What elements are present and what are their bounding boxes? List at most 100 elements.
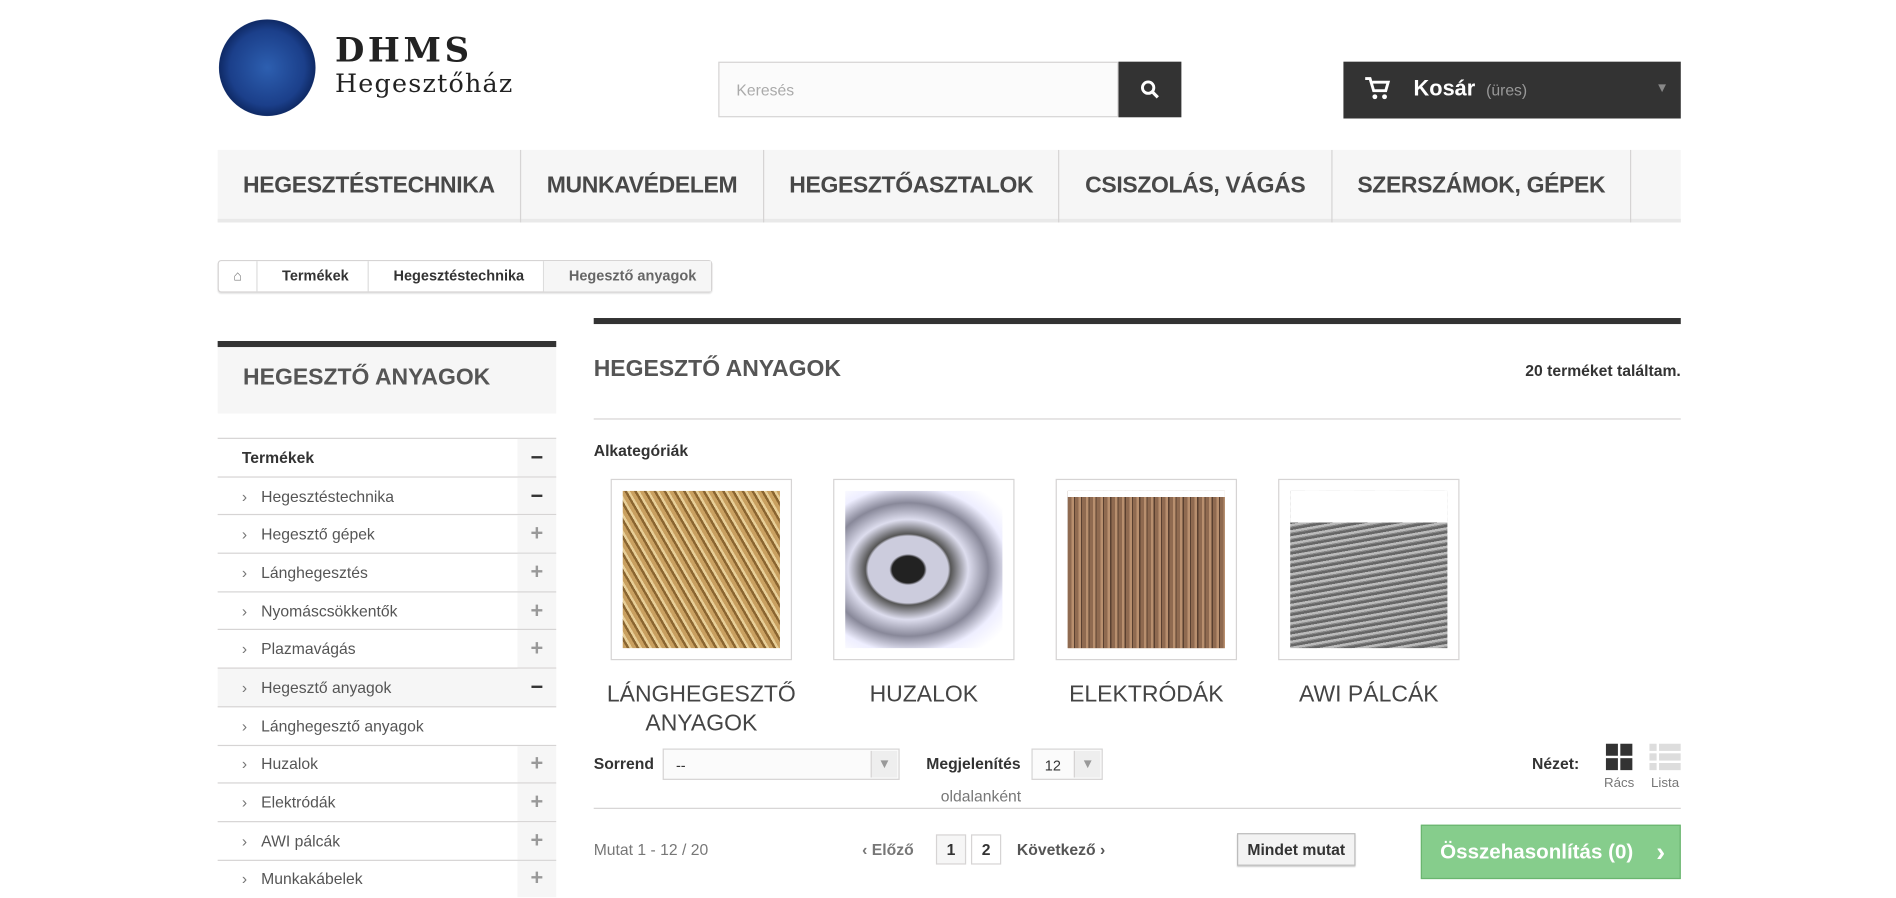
page-2[interactable]: 2 bbox=[970, 834, 1002, 865]
grid-icon bbox=[1605, 743, 1633, 771]
chevron-right-icon: › bbox=[241, 486, 248, 505]
show-label: Megjelenítés bbox=[926, 754, 1021, 773]
nav-item[interactable]: SZERSZÁMOK, GÉPEK bbox=[1332, 149, 1632, 223]
chevron-right-icon: › bbox=[241, 640, 248, 659]
home-icon[interactable]: ⌂ bbox=[219, 261, 258, 292]
chevron-right-icon: › bbox=[241, 678, 248, 697]
expand-icon[interactable]: + bbox=[517, 553, 557, 591]
search-icon bbox=[1141, 80, 1159, 99]
list-label: Lista bbox=[1651, 776, 1680, 791]
breadcrumb: ⌂ Termékek Hegesztéstechnika Hegesztő an… bbox=[217, 259, 713, 293]
search-input[interactable]: Keresés bbox=[718, 61, 1119, 118]
subcategory-name[interactable]: LÁNGHEGESZTŐ ANYAGOK bbox=[593, 681, 811, 739]
subcategory-image[interactable] bbox=[1055, 478, 1238, 661]
cart-status: (üres) bbox=[1486, 81, 1528, 100]
subcategories-label: Alkategóriák bbox=[593, 441, 689, 460]
sidebar-item[interactable]: › Nyomáscsökkentők + bbox=[217, 590, 557, 630]
sidebar-item-label: Huzalok bbox=[261, 754, 318, 774]
chevron-down-icon: ▼ bbox=[870, 750, 898, 778]
sidebar-item[interactable]: › Plazmavágás + bbox=[217, 629, 557, 668]
main-nav: HEGESZTÉSTECHNIKA MUNKAVÉDELEM HEGESZTŐA… bbox=[217, 149, 1681, 223]
collapse-icon[interactable]: − bbox=[517, 668, 557, 706]
nav-item[interactable]: HEGESZTŐASZTALOK bbox=[764, 149, 1060, 223]
chevron-right-icon: › bbox=[1656, 836, 1666, 867]
per-page-select[interactable]: 12 ▼ bbox=[1031, 748, 1103, 780]
nav-item[interactable]: HEGESZTÉSTECHNIKA bbox=[218, 150, 520, 223]
sort-select[interactable]: -- ▼ bbox=[662, 748, 900, 780]
chevron-down-icon: ▼ bbox=[1073, 750, 1101, 778]
next-page[interactable]: Következő › bbox=[1017, 840, 1105, 858]
prev-label: Előző bbox=[871, 840, 914, 859]
sidebar-item[interactable]: Termékek − bbox=[217, 437, 557, 477]
nav-item[interactable]: MUNKAVÉDELEM bbox=[520, 149, 764, 223]
divider bbox=[593, 807, 1681, 809]
list-icon bbox=[1649, 743, 1681, 771]
sort-label: Sorrend bbox=[593, 754, 654, 773]
view-label: Nézet: bbox=[1532, 754, 1580, 773]
prev-page[interactable]: ‹ Előző bbox=[862, 840, 914, 858]
sidebar-item-label: Lánghegesztő anyagok bbox=[261, 716, 424, 735]
sidebar-item-label: Munkakábelek bbox=[261, 869, 363, 889]
sidebar-item-label: Elektródák bbox=[261, 793, 336, 812]
page-title: HEGESZTŐ ANYAGOK bbox=[593, 356, 841, 383]
compare-button[interactable]: Összehasonlítás (0) › bbox=[1420, 824, 1681, 880]
sidebar-title: HEGESZTŐ ANYAGOK bbox=[217, 340, 557, 414]
collapse-icon[interactable]: − bbox=[517, 477, 557, 515]
chevron-right-icon: › bbox=[241, 716, 248, 735]
chevron-right-icon: › bbox=[241, 563, 248, 582]
per-page-value: 12 bbox=[1044, 756, 1061, 774]
product-count: 20 terméket találtam. bbox=[1525, 361, 1681, 380]
expand-icon[interactable]: + bbox=[517, 822, 557, 860]
expand-icon[interactable]: + bbox=[517, 592, 557, 630]
chevron-right-icon: › bbox=[241, 525, 248, 544]
expand-icon[interactable]: + bbox=[517, 745, 557, 783]
subcategory-name[interactable]: AWI PÁLCÁK bbox=[1260, 681, 1478, 710]
subcategory-image[interactable] bbox=[833, 478, 1015, 661]
subcategory-image[interactable] bbox=[1278, 478, 1460, 661]
sidebar-item-label: Termékek bbox=[241, 448, 315, 467]
show-all-button[interactable]: Mindet mutat bbox=[1237, 833, 1356, 866]
grid-view-button[interactable]: Rács bbox=[1601, 743, 1637, 791]
expand-icon[interactable]: + bbox=[517, 860, 557, 898]
cart-button[interactable]: Kosár (üres) ▼ bbox=[1343, 61, 1681, 119]
sidebar-item[interactable]: › Lánghegesztés + bbox=[217, 552, 557, 591]
sidebar-item[interactable]: › Hegesztő gépek + bbox=[217, 514, 557, 553]
cart-label: Kosár bbox=[1413, 76, 1476, 101]
logo-emblem[interactable] bbox=[218, 19, 316, 117]
nav-item[interactable]: CSISZOLÁS, VÁGÁS bbox=[1060, 149, 1332, 223]
grid-label: Rács bbox=[1603, 776, 1635, 791]
breadcrumb-link[interactable]: Hegesztéstechnika bbox=[369, 261, 545, 292]
sidebar-item[interactable]: › Hegesztő anyagok − bbox=[217, 667, 557, 706]
chevron-right-icon: › bbox=[241, 831, 248, 850]
cart-icon bbox=[1365, 77, 1391, 100]
expand-icon[interactable]: + bbox=[517, 630, 557, 668]
sidebar-item[interactable]: › Hegesztéstechnika − bbox=[217, 476, 557, 515]
next-label: Következő bbox=[1016, 840, 1096, 859]
sidebar-item[interactable]: › AWI pálcák + bbox=[217, 820, 557, 860]
page-1[interactable]: 1 bbox=[935, 834, 967, 865]
sidebar-item-label: Plazmavágás bbox=[261, 640, 356, 659]
logo-subtitle[interactable]: Hegesztőház bbox=[335, 69, 514, 98]
list-view-button[interactable]: Lista bbox=[1647, 743, 1683, 791]
sidebar-item[interactable]: › Munkakábelek + bbox=[217, 859, 557, 898]
subcategory-name[interactable]: HUZALOK bbox=[815, 681, 1033, 710]
subcategory-image[interactable] bbox=[610, 478, 793, 661]
sidebar-item[interactable]: › Lánghegesztő anyagok bbox=[217, 705, 557, 744]
sidebar-item-label: AWI pálcák bbox=[261, 831, 341, 850]
per-page-suffix: oldalanként bbox=[940, 787, 1022, 806]
logo-title[interactable]: DHMS bbox=[335, 30, 473, 70]
search-button[interactable] bbox=[1118, 61, 1182, 118]
expand-icon[interactable]: + bbox=[517, 515, 557, 553]
chevron-down-icon: ▼ bbox=[1655, 81, 1669, 96]
chevron-right-icon: › bbox=[241, 754, 248, 774]
expand-icon[interactable]: + bbox=[517, 783, 557, 821]
chevron-right-icon: › bbox=[241, 793, 248, 812]
sidebar-item[interactable]: › Huzalok + bbox=[217, 744, 557, 783]
compare-label: Összehasonlítás (0) bbox=[1440, 840, 1634, 864]
chevron-right-icon: › bbox=[241, 869, 248, 889]
sidebar-item[interactable]: › Elektródák + bbox=[217, 782, 557, 821]
collapse-icon[interactable]: − bbox=[517, 438, 557, 477]
subcategory-name[interactable]: ELEKTRÓDÁK bbox=[1037, 681, 1255, 710]
breadcrumb-link[interactable]: Termékek bbox=[258, 261, 370, 292]
breadcrumb-current: Hegesztő anyagok bbox=[544, 261, 711, 292]
